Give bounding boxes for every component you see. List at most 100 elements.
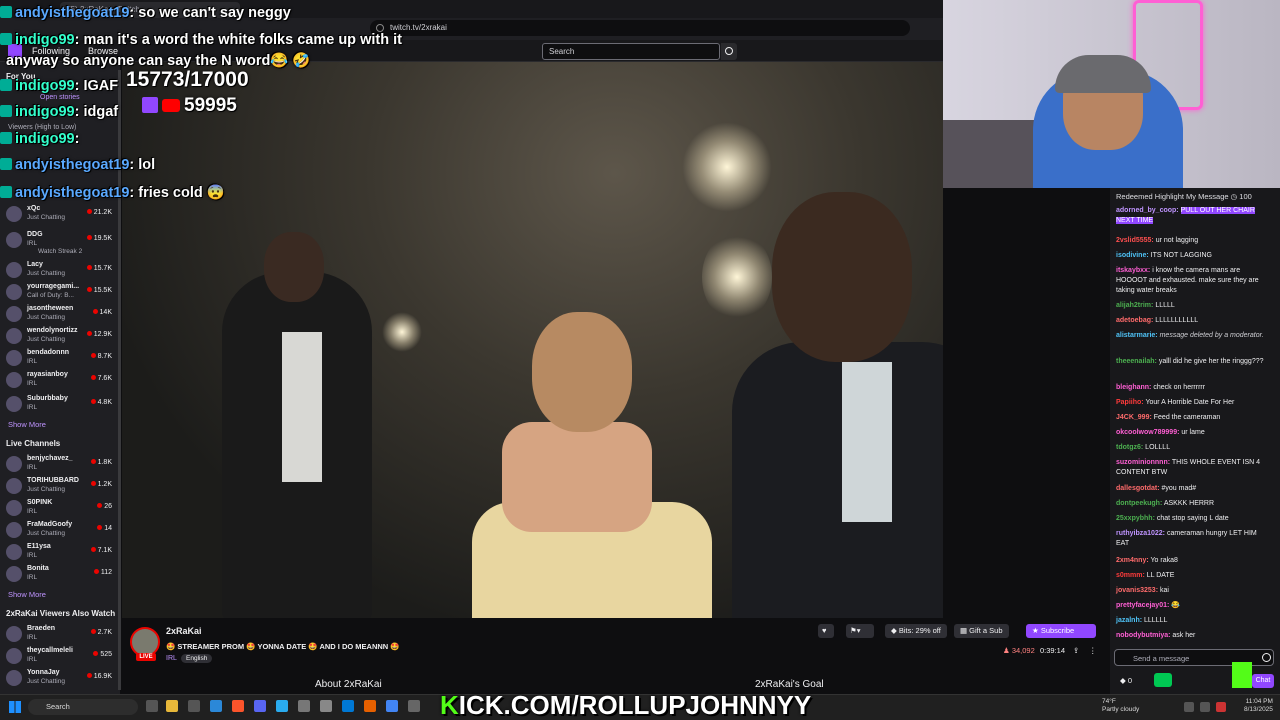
file-explorer-icon[interactable] bbox=[166, 700, 178, 712]
chat-message: bleighann: check on herrrrrr bbox=[1116, 383, 1266, 393]
bits-button[interactable]: ◆ Bits: 29% off bbox=[885, 624, 947, 638]
sidebar-channel[interactable]: benjychavez_ IRL 1.8K bbox=[0, 454, 118, 474]
show-more-link[interactable]: Show More bbox=[8, 590, 46, 599]
volume-icon[interactable] bbox=[1200, 702, 1210, 712]
channel-points[interactable]: ◆ 0 bbox=[1120, 676, 1132, 685]
emote-picker-icon[interactable] bbox=[1262, 653, 1271, 662]
chat-username[interactable]: 2xm4nny: bbox=[1116, 557, 1149, 564]
notifications-icon[interactable]: ⚑▾ bbox=[846, 624, 874, 638]
sidebar-channel[interactable]: yourragegami... Call of Duty: B... 15.5K bbox=[0, 282, 118, 302]
chat-username[interactable]: tdotgz6: bbox=[1116, 444, 1143, 451]
store-icon[interactable] bbox=[188, 700, 200, 712]
sidebar-channel[interactable]: Bonita IRL 112 bbox=[0, 564, 118, 584]
chat-username[interactable]: ruthyibza1022: bbox=[1116, 530, 1165, 537]
firefox-icon[interactable] bbox=[364, 700, 376, 712]
badge-icon bbox=[0, 105, 12, 117]
sidebar-channel[interactable]: rayasianboy IRL 7.6K bbox=[0, 370, 118, 390]
chat-username[interactable]: 25xxpybhh: bbox=[1116, 515, 1155, 522]
sort-label[interactable]: Viewers (High to Low) bbox=[8, 124, 76, 131]
app-icon[interactable] bbox=[408, 700, 420, 712]
gift-sub-button[interactable]: ▦ Gift a Sub bbox=[954, 624, 1009, 638]
chrome-icon[interactable] bbox=[386, 700, 398, 712]
subscribe-button[interactable]: ★ Subscribe bbox=[1026, 624, 1096, 638]
chat-input-placeholder: Send a message bbox=[1133, 654, 1190, 663]
taskbar-search[interactable]: Search bbox=[28, 699, 138, 715]
stream-category[interactable]: IRL bbox=[166, 655, 177, 662]
person-body bbox=[732, 342, 943, 618]
sidebar-channel[interactable]: DDG IRL 19.5K bbox=[0, 230, 118, 250]
sidebar-channel[interactable]: bendadonnn IRL 8.7K bbox=[0, 348, 118, 368]
sidebar-channel[interactable]: FraMadGoofy Just Chatting 14 bbox=[0, 520, 118, 540]
sidebar-channel[interactable]: E11ysa IRL 7.1K bbox=[0, 542, 118, 562]
network-icon[interactable] bbox=[1184, 702, 1194, 712]
open-stories-link[interactable]: Open stories bbox=[40, 94, 80, 101]
brave-icon[interactable] bbox=[232, 700, 244, 712]
site-info-icon[interactable] bbox=[376, 24, 384, 32]
chat-username[interactable]: dontpeekugh: bbox=[1116, 500, 1162, 507]
telegram-icon[interactable] bbox=[276, 700, 288, 712]
chat-username[interactable]: okcoolwow789999: bbox=[1116, 429, 1179, 436]
show-more-link[interactable]: Show More bbox=[8, 420, 46, 429]
chat-username[interactable]: alijah2trim: bbox=[1116, 302, 1153, 309]
twitch-icon bbox=[142, 97, 158, 113]
chat-username[interactable]: prettyfacejay01: bbox=[1116, 602, 1169, 609]
address-bar[interactable]: twitch.tv/2xrakai bbox=[370, 20, 910, 36]
sidebar-channel[interactable]: Suburbbaby IRL 4.8K bbox=[0, 394, 118, 414]
overlay-chat-user: andyisthegoat19 bbox=[15, 185, 130, 201]
chat-username[interactable]: s0mmm: bbox=[1116, 572, 1145, 579]
sidebar-channel[interactable]: Lacy Just Chatting 15.7K bbox=[0, 260, 118, 280]
taskbar-clock[interactable]: 11:04 PM 8/13/2025 bbox=[1244, 698, 1273, 714]
channel-name: rayasianboy bbox=[27, 371, 68, 378]
sidebar-channel[interactable]: xQc Just Chatting 21.2K bbox=[0, 204, 118, 224]
more-options-icon[interactable]: ⋮ bbox=[1086, 644, 1098, 658]
app-icon[interactable] bbox=[320, 700, 332, 712]
chat-username[interactable]: J4CK_999: bbox=[1116, 414, 1152, 421]
chat-username[interactable]: Papiiho: bbox=[1116, 399, 1144, 406]
overlay-chat-text: : IGAF bbox=[74, 78, 119, 94]
chat-username[interactable]: bleighann: bbox=[1116, 384, 1151, 391]
stream-tag[interactable]: English bbox=[181, 654, 213, 663]
sidebar-channel[interactable]: TORIHUBBARD Just Chatting 1.2K bbox=[0, 476, 118, 496]
sidebar-channel[interactable]: wendolynortizz Just Chatting 12.9K bbox=[0, 326, 118, 346]
chat-message: adetoebag: LLLLLLLLLLL bbox=[1116, 316, 1266, 326]
edge-icon[interactable] bbox=[210, 700, 222, 712]
chat-username[interactable]: itskaybxx: bbox=[1116, 267, 1150, 274]
chat-username[interactable]: adorned_by_coop: bbox=[1116, 207, 1179, 214]
chat-username[interactable]: 2vslid5555: bbox=[1116, 237, 1154, 244]
windows-start-icon[interactable] bbox=[9, 701, 21, 713]
chat-send-button[interactable]: Chat bbox=[1252, 674, 1274, 688]
badge-icon bbox=[0, 6, 12, 18]
sidebar-channel[interactable]: jasontheween Just Chatting 14K bbox=[0, 304, 118, 324]
chat-username[interactable]: dallesgotdat: bbox=[1116, 485, 1160, 492]
bits-icon[interactable] bbox=[1154, 673, 1172, 687]
share-icon[interactable]: ⇪ bbox=[1070, 644, 1082, 658]
chat-username[interactable]: theeenailah: bbox=[1116, 358, 1157, 365]
sidebar-channel[interactable]: S0PINK IRL 26 bbox=[0, 498, 118, 518]
chat-username[interactable]: isodivine: bbox=[1116, 252, 1149, 259]
streamer-name[interactable]: 2xRaKai bbox=[166, 626, 202, 636]
follow-heart-icon[interactable]: ♥ bbox=[818, 624, 834, 638]
chat-username[interactable]: suzominionnnn: bbox=[1116, 459, 1170, 466]
app-icon[interactable] bbox=[342, 700, 354, 712]
chat-username[interactable]: jovanis3253: bbox=[1116, 587, 1158, 594]
search-icon[interactable] bbox=[721, 43, 737, 60]
redemption-points: 100 bbox=[1239, 192, 1252, 201]
overlay-chat-text: : so we can't say neggy bbox=[129, 5, 291, 21]
app-icon[interactable] bbox=[298, 700, 310, 712]
weather-widget[interactable]: 74°F Partly cloudy bbox=[1102, 698, 1139, 714]
chat-username[interactable]: nobodybutmiya: bbox=[1116, 632, 1170, 639]
video-player[interactable]: 15773/17000 59995 bbox=[122, 62, 943, 618]
task-view-icon[interactable] bbox=[146, 700, 158, 712]
sidebar-channel[interactable]: Braeden IRL 2.7K bbox=[0, 624, 118, 644]
chat-username[interactable]: alistarmarie: bbox=[1116, 332, 1158, 339]
badge-icon bbox=[0, 132, 12, 144]
platform-count: 59995 bbox=[142, 95, 237, 117]
search-input[interactable]: Search bbox=[542, 43, 720, 60]
sidebar-channel[interactable]: YonnaJay Just Chatting 16.9K bbox=[0, 668, 118, 688]
sidebar-channel[interactable]: theycallmeleli IRL 525 bbox=[0, 646, 118, 666]
viewer-count-main: ♟ 34,092 bbox=[1003, 646, 1035, 655]
discord-icon[interactable] bbox=[254, 700, 266, 712]
chat-username[interactable]: jazalnh: bbox=[1116, 617, 1142, 624]
tray-icon[interactable] bbox=[1216, 702, 1226, 712]
chat-username[interactable]: adetoebag: bbox=[1116, 317, 1153, 324]
